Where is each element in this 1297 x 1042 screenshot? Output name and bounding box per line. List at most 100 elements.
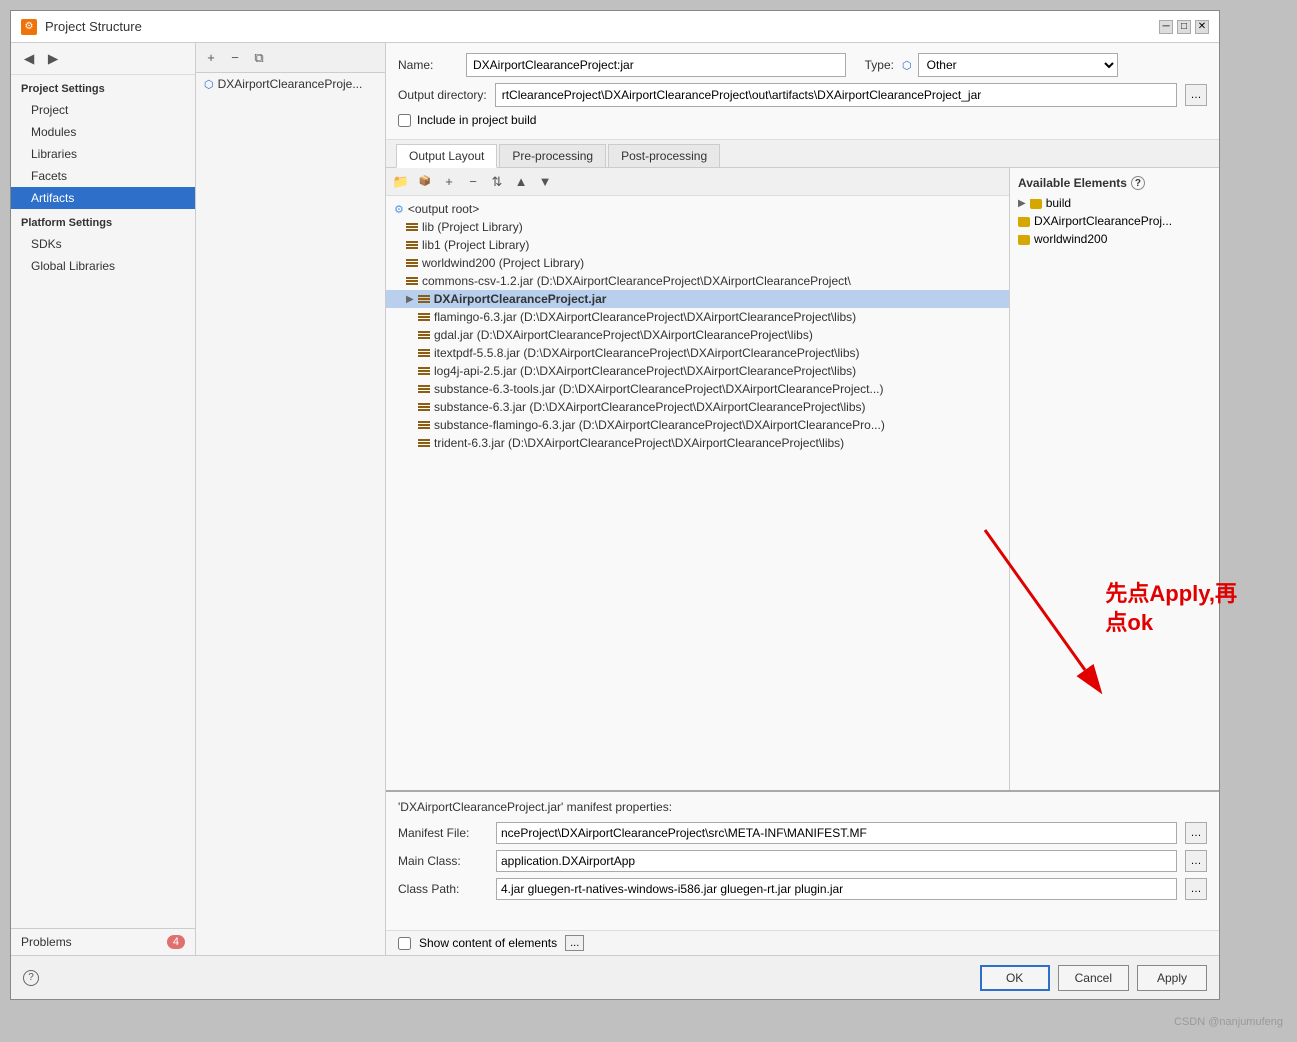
- main-content: + − ⧉ ⬡ DXAirportClearanceProje...: [196, 43, 1219, 955]
- maximize-button[interactable]: □: [1177, 20, 1191, 34]
- manifest-file-row: Manifest File: …: [398, 822, 1207, 844]
- tree-item-lib1[interactable]: lib1 (Project Library): [386, 236, 1009, 254]
- output-layout-area: 📁 📦 + − ⇅ ▲ ▼: [386, 168, 1219, 790]
- avail-item-worldwind200[interactable]: worldwind200: [1014, 230, 1215, 248]
- browse-output-dir-button[interactable]: …: [1185, 84, 1207, 106]
- help-icon[interactable]: ?: [1131, 176, 1145, 190]
- output-sort-btn[interactable]: ⇅: [486, 171, 508, 193]
- tree-item-dxairport-jar-label: DXAirportClearanceProject.jar: [434, 292, 607, 306]
- show-content-label: Show content of elements: [419, 936, 557, 950]
- tree-item-commons-csv[interactable]: commons-csv-1.2.jar (D:\DXAirportClearan…: [386, 272, 1009, 290]
- artifact-toolbar: + − ⧉: [196, 43, 385, 73]
- artifact-list-item[interactable]: ⬡ DXAirportClearanceProje...: [196, 73, 385, 95]
- show-content-checkbox[interactable]: [398, 937, 411, 950]
- tree-item-lib1-label: lib1 (Project Library): [422, 238, 529, 252]
- dxairport-folder-icon: [1018, 217, 1030, 227]
- window-title: Project Structure: [45, 19, 142, 34]
- available-elements-panel: Available Elements ? ▶ build DXAirportCl…: [1009, 168, 1219, 790]
- title-bar-left: ⚙ Project Structure: [21, 19, 142, 35]
- main-class-label: Main Class:: [398, 854, 488, 868]
- tree-item-substance-tools[interactable]: substance-6.3-tools.jar (D:\DXAirportCle…: [386, 380, 1009, 398]
- trident-icon: [418, 439, 430, 447]
- header-fields: Name: Type: ⬡ Other Output direct: [386, 43, 1219, 140]
- tree-item-gdal[interactable]: gdal.jar (D:\DXAirportClearanceProject\D…: [386, 326, 1009, 344]
- tab-post-processing[interactable]: Post-processing: [608, 144, 720, 167]
- show-content-more-button[interactable]: ...: [565, 935, 584, 951]
- output-remove-btn[interactable]: −: [462, 171, 484, 193]
- copy-artifact-button[interactable]: ⧉: [248, 47, 270, 69]
- tree-item-substance-flamingo-label: substance-flamingo-6.3.jar (D:\DXAirport…: [434, 418, 885, 432]
- manifest-properties-section: 'DXAirportClearanceProject.jar' manifest…: [386, 790, 1219, 930]
- commons-csv-icon: [406, 277, 418, 285]
- output-up-btn[interactable]: ▲: [510, 171, 532, 193]
- type-select[interactable]: Other: [918, 53, 1118, 77]
- type-label: Type:: [854, 58, 894, 72]
- dxairport-jar-icon: [418, 295, 430, 303]
- tab-output-layout[interactable]: Output Layout: [396, 144, 497, 168]
- lib-icon: [406, 223, 418, 231]
- apply-button[interactable]: Apply: [1137, 965, 1207, 991]
- avail-item-dxairport[interactable]: DXAirportClearanceProj...: [1014, 212, 1215, 230]
- class-path-input[interactable]: [496, 878, 1177, 900]
- tree-item-log4j[interactable]: log4j-api-2.5.jar (D:\DXAirportClearance…: [386, 362, 1009, 380]
- sidebar-item-libraries[interactable]: Libraries: [11, 143, 195, 165]
- sidebar-forward-button[interactable]: ▶: [43, 49, 63, 69]
- output-folder-btn[interactable]: 📁: [390, 171, 412, 193]
- sidebar-item-artifacts[interactable]: Artifacts: [11, 187, 195, 209]
- problems-badge: 4: [167, 935, 185, 949]
- ok-button[interactable]: OK: [980, 965, 1050, 991]
- output-dir-label: Output directory:: [398, 88, 487, 102]
- main-class-input[interactable]: [496, 850, 1177, 872]
- remove-artifact-button[interactable]: −: [224, 47, 246, 69]
- tree-item-substance-flamingo[interactable]: substance-flamingo-6.3.jar (D:\DXAirport…: [386, 416, 1009, 434]
- tree-item-itextpdf[interactable]: itextpdf-5.5.8.jar (D:\DXAirportClearanc…: [386, 344, 1009, 362]
- output-down-btn[interactable]: ▼: [534, 171, 556, 193]
- sidebar-item-project[interactable]: Project: [11, 99, 195, 121]
- main-class-row: Main Class: …: [398, 850, 1207, 872]
- sidebar-item-facets[interactable]: Facets: [11, 165, 195, 187]
- tree-item-log4j-label: log4j-api-2.5.jar (D:\DXAirportClearance…: [434, 364, 856, 378]
- cancel-button[interactable]: Cancel: [1058, 965, 1129, 991]
- name-label: Name:: [398, 58, 458, 72]
- manifest-file-input[interactable]: [496, 822, 1177, 844]
- browse-main-class-button[interactable]: …: [1185, 850, 1207, 872]
- manifest-title: 'DXAirportClearanceProject.jar' manifest…: [398, 800, 1207, 814]
- tree-item-substance[interactable]: substance-6.3.jar (D:\DXAirportClearance…: [386, 398, 1009, 416]
- available-elements-header: Available Elements ?: [1014, 172, 1215, 194]
- output-dir-input[interactable]: [495, 83, 1177, 107]
- avail-item-build[interactable]: ▶ build: [1014, 194, 1215, 212]
- browse-manifest-button[interactable]: …: [1185, 822, 1207, 844]
- sidebar-back-button[interactable]: ◀: [19, 49, 39, 69]
- tree-item-worldwind200[interactable]: worldwind200 (Project Library): [386, 254, 1009, 272]
- tabs-bar: Output Layout Pre-processing Post-proces…: [386, 140, 1219, 168]
- sidebar-item-global-libraries[interactable]: Global Libraries: [11, 255, 195, 277]
- tab-pre-processing[interactable]: Pre-processing: [499, 144, 606, 167]
- sidebar-item-modules[interactable]: Modules: [11, 121, 195, 143]
- tree-item-substance-label: substance-6.3.jar (D:\DXAirportClearance…: [434, 400, 866, 414]
- name-input[interactable]: [466, 53, 846, 77]
- tree-item-dxairport-jar[interactable]: ▶ DXAirportClearanceProject.jar: [386, 290, 1009, 308]
- tree-item-root-label: <output root>: [408, 202, 479, 216]
- class-path-row: Class Path: …: [398, 878, 1207, 900]
- footer-help-icon[interactable]: ?: [23, 970, 39, 986]
- output-add-btn[interactable]: +: [438, 171, 460, 193]
- minimize-button[interactable]: ─: [1159, 20, 1173, 34]
- add-artifact-button[interactable]: +: [200, 47, 222, 69]
- include-build-label: Include in project build: [417, 113, 536, 127]
- tree-item-flamingo[interactable]: flamingo-6.3.jar (D:\DXAirportClearanceP…: [386, 308, 1009, 326]
- output-extract-btn[interactable]: 📦: [414, 171, 436, 193]
- sidebar-item-sdks[interactable]: SDKs: [11, 233, 195, 255]
- tree-item-root[interactable]: ⚙ <output root>: [386, 200, 1009, 218]
- flamingo-icon: [418, 313, 430, 321]
- substance-icon: [418, 403, 430, 411]
- output-tree-area: ⚙ <output root> lib (Project: [386, 196, 1009, 790]
- tree-item-trident[interactable]: trident-6.3.jar (D:\DXAirportClearancePr…: [386, 434, 1009, 452]
- close-button[interactable]: ✕: [1195, 20, 1209, 34]
- tree-item-lib[interactable]: lib (Project Library): [386, 218, 1009, 236]
- browse-class-path-button[interactable]: …: [1185, 878, 1207, 900]
- avail-item-dxairport-label: DXAirportClearanceProj...: [1034, 214, 1172, 228]
- footer-left: ?: [23, 970, 39, 986]
- artifact-settings-pane: Name: Type: ⬡ Other Output direct: [386, 43, 1219, 955]
- sidebar: ◀ ▶ Project Settings Project Modules Lib…: [11, 43, 196, 955]
- include-in-build-checkbox[interactable]: [398, 114, 411, 127]
